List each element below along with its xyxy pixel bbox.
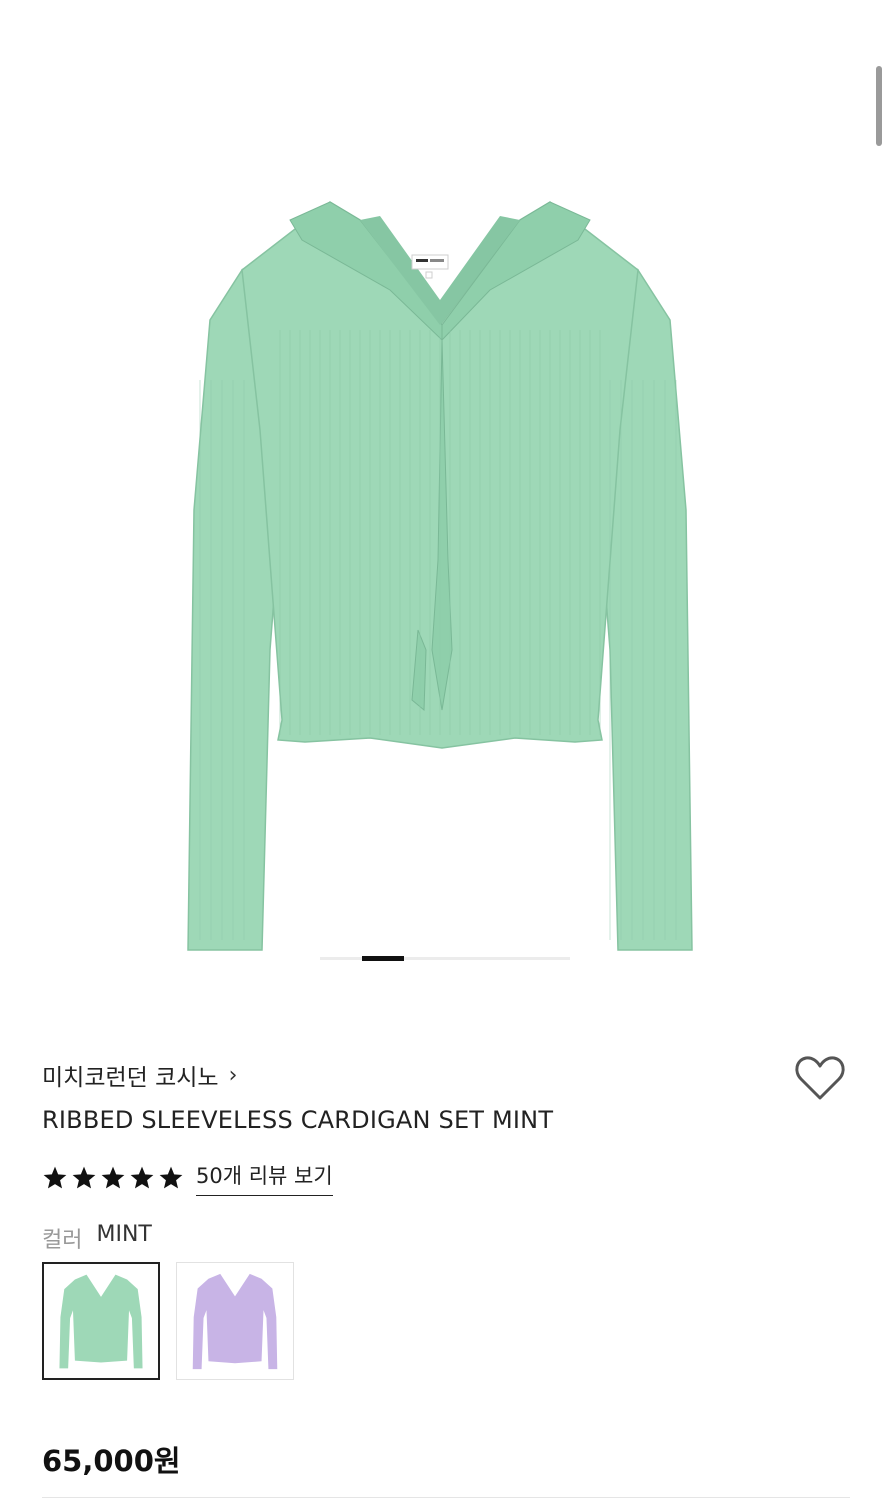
- gallery-pager-indicator: [362, 956, 404, 961]
- lavender-cardigan-thumbnail: [192, 1273, 278, 1370]
- color-swatch-lavender[interactable]: [176, 1262, 294, 1380]
- rating-row: 50개 리뷰 보기: [42, 1160, 333, 1196]
- heart-outline-icon: [795, 1056, 845, 1100]
- wishlist-heart-button[interactable]: [794, 1054, 846, 1102]
- star-filled-icon: [130, 1166, 154, 1189]
- star-filled-icon: [101, 1166, 125, 1189]
- price: 65,000원: [42, 1444, 181, 1478]
- divider: [42, 1497, 850, 1498]
- gallery-pager-track: [320, 957, 570, 960]
- color-row: 컬러 MINT: [42, 1222, 152, 1254]
- color-label: 컬러: [42, 1228, 83, 1253]
- mint-cardigan-thumbnail: [59, 1274, 143, 1369]
- star-filled-icon: [72, 1166, 96, 1189]
- chevron-right-icon: ›: [228, 1062, 238, 1088]
- brand-link[interactable]: 미치코런던 코시노 ›: [42, 1058, 237, 1092]
- color-swatch-mint[interactable]: [42, 1262, 160, 1380]
- star-filled-icon: [43, 1166, 67, 1189]
- product-image: [187, 201, 693, 951]
- brand-name: 미치코런던 코시노: [42, 1065, 219, 1091]
- rating-stars: [42, 1165, 184, 1191]
- reviews-link[interactable]: 50개 리뷰 보기: [196, 1160, 333, 1196]
- star-filled-icon: [159, 1166, 183, 1189]
- product-title: RIBBED SLEEVELESS CARDIGAN SET MINT: [42, 1106, 554, 1134]
- color-value: MINT: [96, 1222, 152, 1247]
- product-image-gallery[interactable]: [0, 0, 891, 1000]
